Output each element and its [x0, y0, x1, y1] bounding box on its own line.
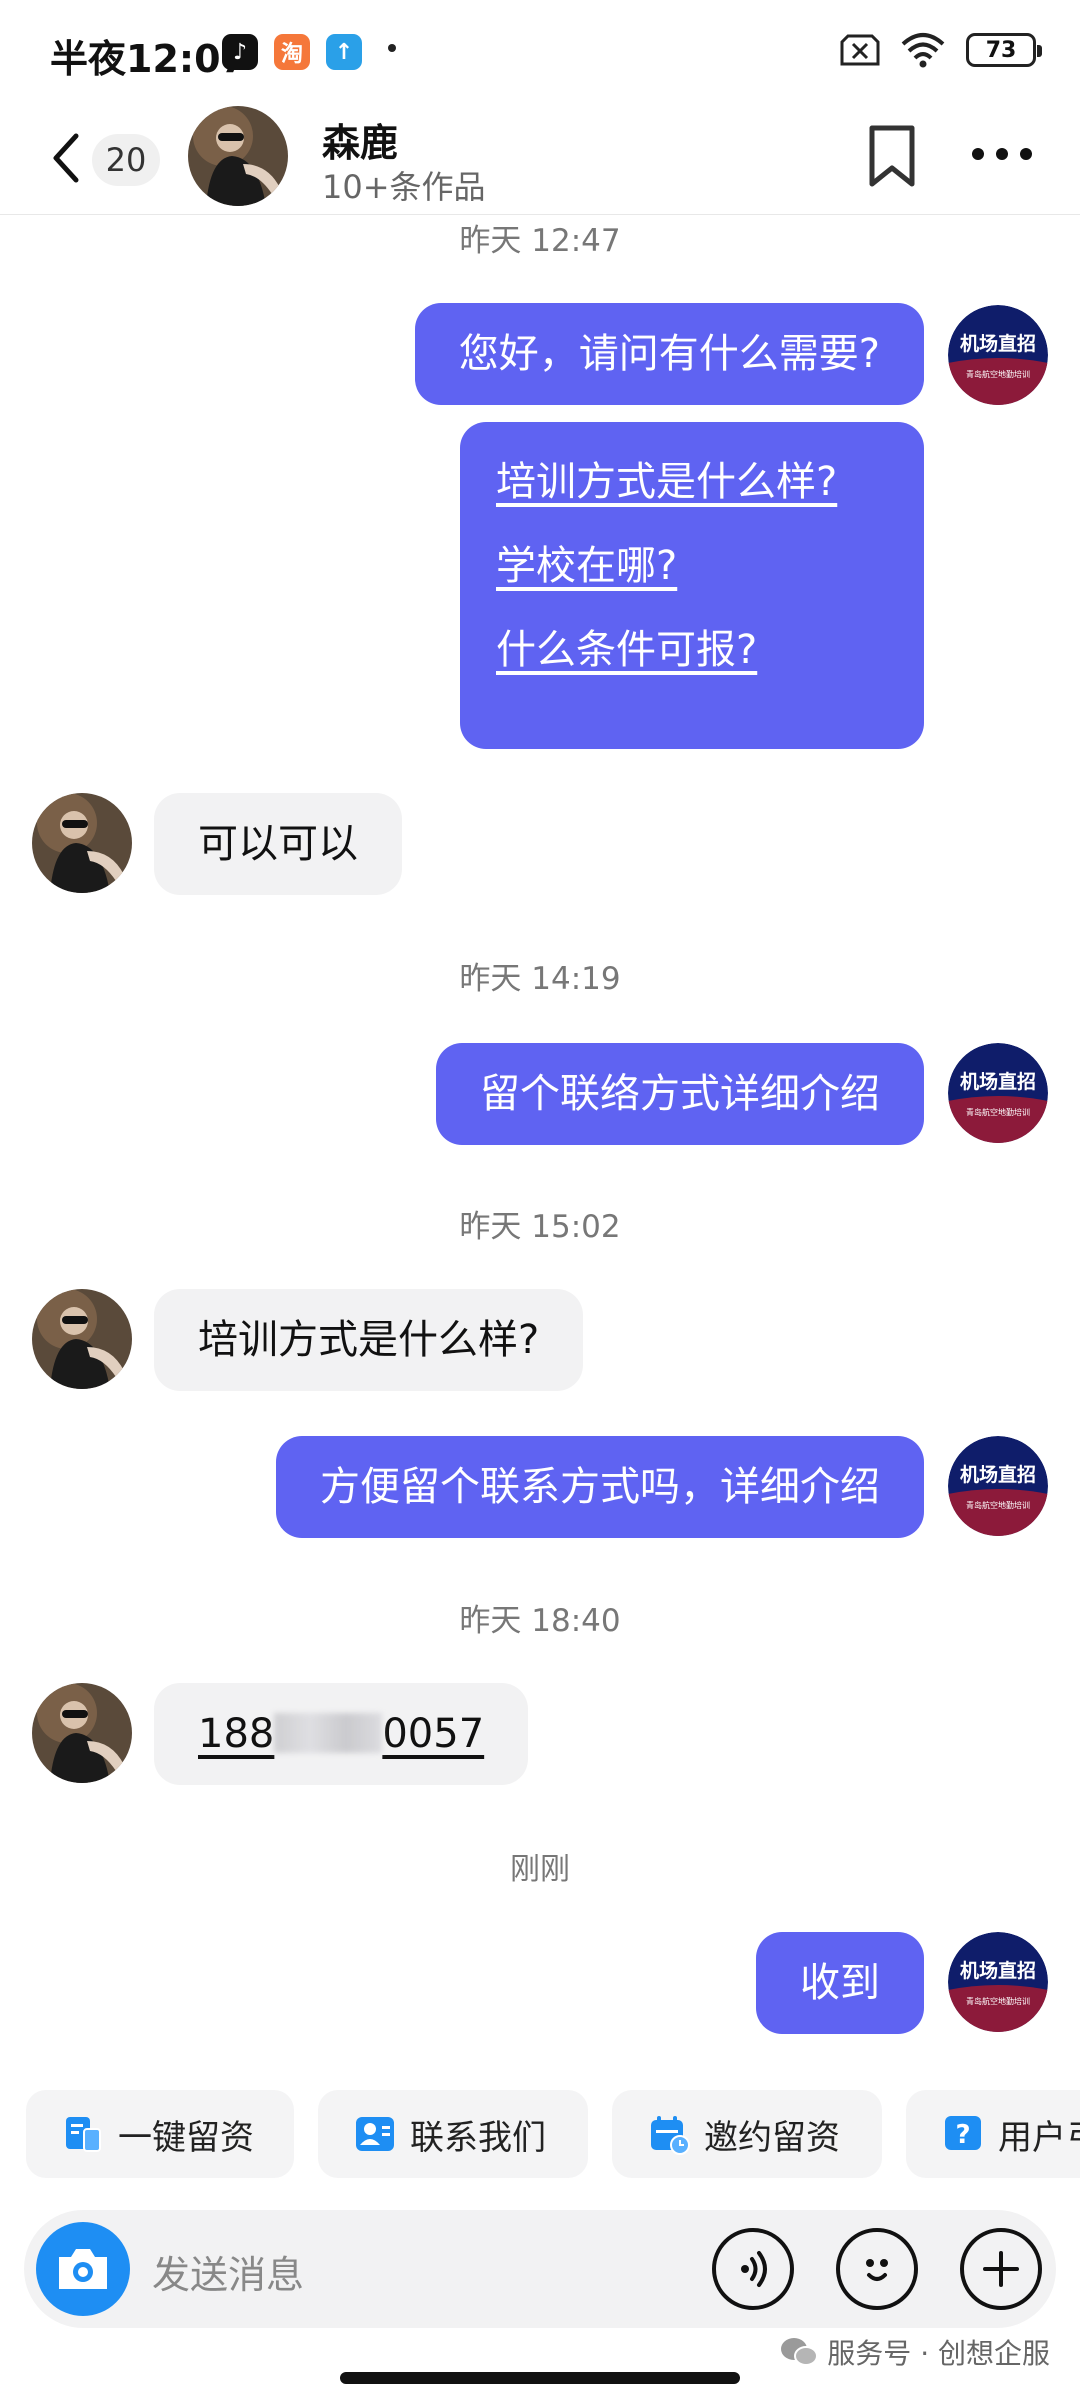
message-row-incoming: 培训方式是什么样?: [0, 1289, 1080, 1391]
contact-avatar[interactable]: [188, 106, 288, 206]
message-bubble-incoming[interactable]: 可以可以: [154, 793, 402, 895]
emoji-button[interactable]: [836, 2228, 918, 2310]
sim-off-icon: [840, 34, 880, 66]
message-row-incoming: 可以可以: [0, 793, 1080, 895]
chat-header: 20 森鹿 10+条作品: [0, 100, 1080, 215]
message-bubble-incoming[interactable]: 培训方式是什么样?: [154, 1289, 584, 1391]
status-bar: 半夜12:07 ♪ 淘 ↑ 73: [0, 0, 1080, 100]
phone-redacted-blur: [274, 1713, 383, 1753]
upload-icon: ↑: [326, 34, 362, 70]
message-bubble-outgoing[interactable]: 留个联络方式详细介绍: [436, 1043, 924, 1145]
quick-action-label: 邀约留资: [704, 2117, 840, 2158]
more-options-icon[interactable]: [970, 142, 1034, 166]
voice-button[interactable]: [712, 2228, 794, 2310]
camera-button[interactable]: [36, 2222, 130, 2316]
timestamp: 刚刚: [510, 1852, 570, 1887]
wifi-icon: [901, 33, 945, 68]
message-row-outgoing-menu: 培训方式是什么样? 学校在哪? 什么条件可报?: [0, 422, 1080, 749]
message-list[interactable]: 昨天 12:47 您好，请问有什么需要? 机场直招 青岛航空地勤培训 培训方式是…: [0, 215, 1080, 2070]
message-bubble-outgoing[interactable]: 方便留个联系方式吗，详细介绍: [276, 1436, 924, 1538]
menu-link-school-location[interactable]: 学校在哪?: [496, 540, 888, 592]
contact-name: 森鹿: [322, 121, 399, 165]
brand-avatar[interactable]: 机场直招 青岛航空地勤培训: [948, 305, 1048, 405]
quick-action-invite-lead[interactable]: 邀约留资: [612, 2090, 882, 2178]
battery-icon: 73: [966, 33, 1042, 67]
watermark-text: 服务号 · 创想企服: [827, 2337, 1050, 2370]
brand-avatar-title: 机场直招: [960, 1070, 1036, 1093]
notification-dot-icon: [388, 44, 396, 52]
quick-action-one-click-lead[interactable]: 一键留资: [26, 2090, 294, 2178]
brand-avatar-title: 机场直招: [960, 332, 1036, 355]
brand-avatar-title: 机场直招: [960, 1463, 1036, 1486]
camera-icon: [59, 2249, 107, 2289]
message-input[interactable]: 发送消息: [152, 2244, 304, 2299]
svg-text:?: ?: [955, 2120, 970, 2150]
home-indicator[interactable]: [340, 2372, 740, 2384]
brand-avatar-subtitle: 青岛航空地勤培训: [966, 369, 1030, 379]
brand-avatar-subtitle: 青岛航空地勤培训: [966, 1107, 1030, 1117]
timestamp: 昨天 15:02: [459, 1209, 621, 1245]
bookmark-icon[interactable]: [864, 124, 920, 188]
quick-action-label: 用户弓: [998, 2117, 1080, 2158]
brand-avatar[interactable]: 机场直招 青岛航空地勤培训: [948, 1436, 1048, 1536]
back-chevron-icon[interactable]: [46, 128, 86, 188]
menu-link-eligibility[interactable]: 什么条件可报?: [496, 624, 888, 676]
quick-action-contact-us[interactable]: 联系我们: [318, 2090, 588, 2178]
quick-action-bar[interactable]: 一键留资 联系我们 邀约留资 ? 用户弓: [0, 2090, 1080, 2180]
watermark: 服务号 · 创想企服: [779, 2332, 1050, 2372]
add-button[interactable]: [960, 2228, 1042, 2310]
quick-question-menu-bubble: 培训方式是什么样? 学校在哪? 什么条件可报?: [460, 422, 924, 749]
calendar-icon: [648, 2113, 690, 2155]
timestamp: 昨天 14:19: [459, 961, 621, 997]
contact-avatar[interactable]: [32, 1683, 132, 1783]
phone-number-link[interactable]: 188 0057: [198, 1711, 484, 1757]
menu-link-training-method[interactable]: 培训方式是什么样?: [496, 456, 888, 508]
status-time: 半夜12:07: [50, 37, 247, 81]
voice-icon: [741, 2251, 767, 2287]
brand-avatar-title: 机场直招: [960, 1959, 1036, 1982]
brand-avatar-subtitle: 青岛航空地勤培训: [966, 1996, 1030, 2006]
message-row-outgoing: 方便留个联系方式吗，详细介绍 机场直招 青岛航空地勤培训: [0, 1436, 1080, 1538]
message-row-outgoing: 收到 机场直招 青岛航空地勤培训: [0, 1932, 1080, 2034]
quick-action-label: 联系我们: [410, 2117, 546, 2158]
form-icon: [62, 2113, 104, 2155]
phone-number-bubble[interactable]: 188 0057: [154, 1683, 529, 1785]
message-row-outgoing: 留个联络方式详细介绍 机场直招 青岛航空地勤培训: [0, 1043, 1080, 1145]
quick-action-user-guide[interactable]: ? 用户弓: [906, 2090, 1080, 2178]
plus-icon: [983, 2251, 1019, 2287]
contact-subtitle[interactable]: 10+条作品: [322, 162, 486, 208]
phone-prefix: 188: [198, 1711, 275, 1757]
wechat-icon: [781, 2338, 819, 2366]
brand-avatar-subtitle: 青岛航空地勤培训: [966, 1500, 1030, 1510]
message-row-outgoing: 您好，请问有什么需要? 机场直招 青岛航空地勤培训: [0, 303, 1080, 405]
brand-avatar[interactable]: 机场直招 青岛航空地勤培训: [948, 1043, 1048, 1143]
message-bubble-outgoing[interactable]: 您好，请问有什么需要?: [414, 303, 924, 405]
contact-avatar[interactable]: [32, 1289, 132, 1389]
timestamp: 昨天 12:47: [459, 223, 621, 259]
contacts-icon: [354, 2113, 396, 2155]
tiktok-icon: ♪: [222, 34, 258, 70]
quick-action-label: 一键留资: [118, 2117, 254, 2158]
unread-count-badge[interactable]: 20: [92, 134, 160, 186]
timestamp: 昨天 18:40: [459, 1603, 621, 1639]
status-right: 73: [840, 32, 1042, 68]
contact-avatar[interactable]: [32, 793, 132, 893]
brand-avatar[interactable]: 机场直招 青岛航空地勤培训: [948, 1932, 1048, 2032]
emoji-icon: [866, 2259, 888, 2281]
phone-suffix: 0057: [382, 1711, 485, 1757]
taobao-icon: 淘: [274, 34, 310, 70]
message-row-incoming: 188 0057: [0, 1683, 1080, 1785]
message-bubble-outgoing[interactable]: 收到: [756, 1932, 924, 2034]
message-input-bar: 发送消息: [24, 2210, 1056, 2328]
question-icon: ?: [942, 2113, 984, 2155]
